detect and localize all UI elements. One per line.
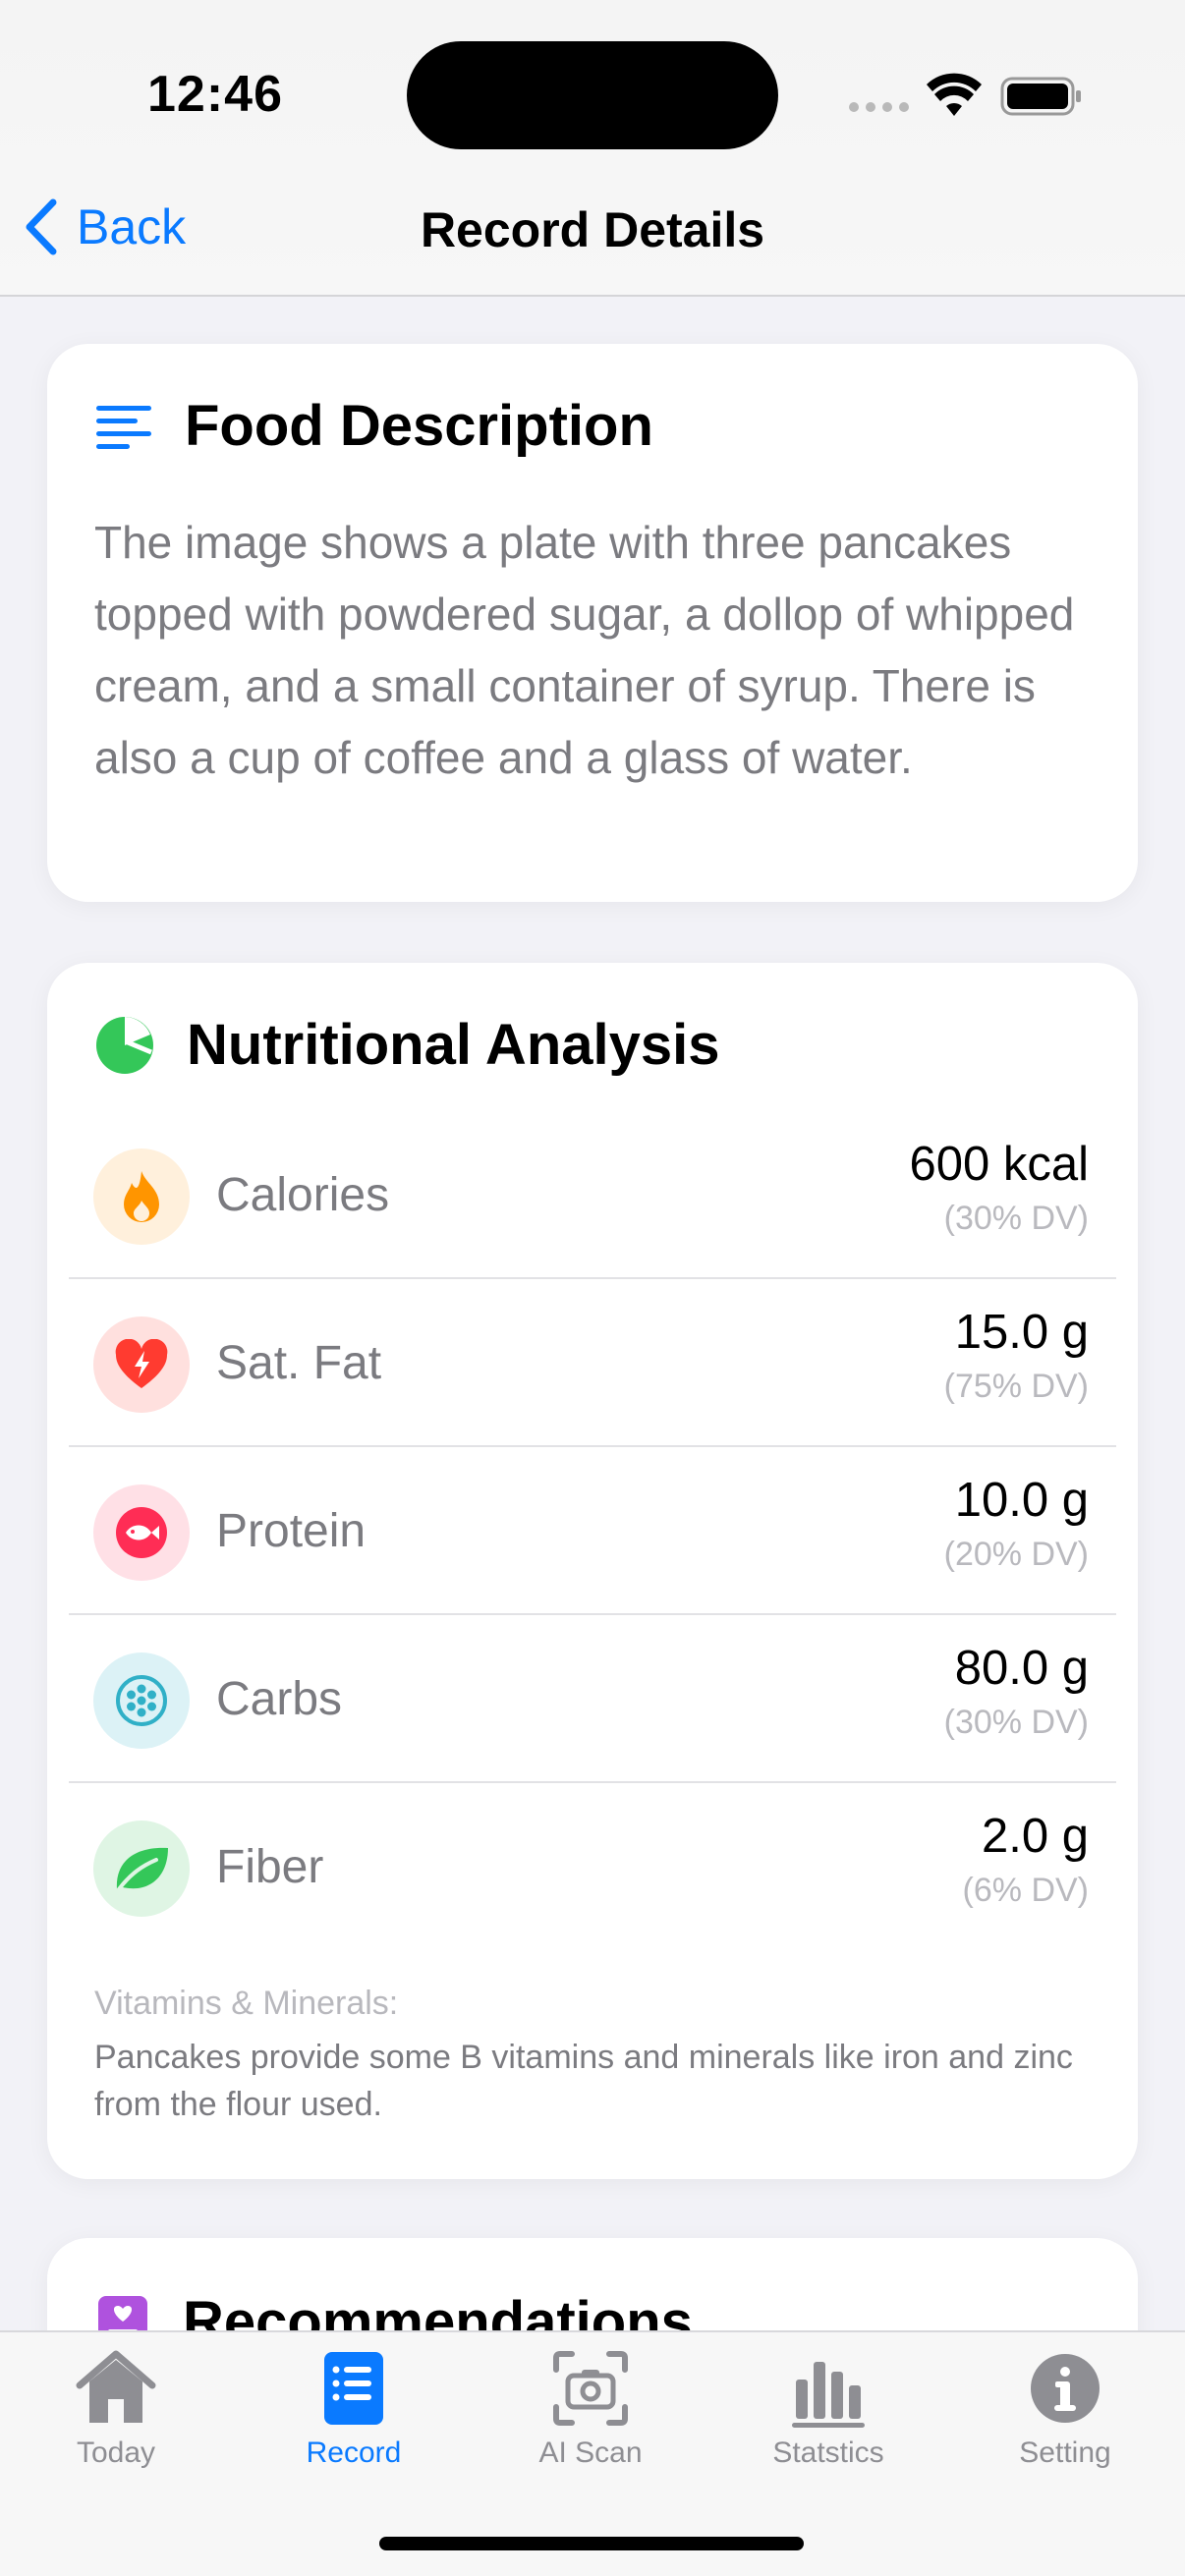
page-title: Record Details	[420, 202, 765, 257]
nutrient-label: Protein	[216, 1505, 367, 1557]
nutrient-value: 10.0 g	[954, 1474, 1089, 1527]
nutrient-value: 80.0 g	[954, 1642, 1089, 1695]
nutrition-header: Nutritional Analysis	[94, 1012, 720, 1078]
battery-icon	[1000, 77, 1081, 116]
nutrient-value: 600 kcal	[909, 1138, 1089, 1191]
tab-label: Today	[76, 2436, 156, 2469]
tab-label: AI Scan	[538, 2436, 643, 2469]
nutrient-row-calories: Calories 600 kcal (30% DV)	[69, 1111, 1116, 1279]
nutrient-dv: (30% DV)	[943, 1200, 1089, 1237]
top-bar: 12:46 Back Record Details	[0, 0, 1185, 297]
nutrient-label: Sat. Fat	[216, 1337, 382, 1389]
nutrient-row-sat-fat: Sat. Fat 15.0 g (75% DV)	[69, 1279, 1116, 1447]
fish-icon	[93, 1484, 190, 1581]
flame-icon	[93, 1148, 190, 1245]
pie-chart-icon	[96, 1016, 153, 1074]
house-icon	[76, 2350, 156, 2423]
nutrient-value: 15.0 g	[954, 1306, 1089, 1359]
grain-icon	[93, 1652, 190, 1749]
text-align-icon	[96, 405, 151, 449]
heart-bolt-icon	[93, 1316, 190, 1413]
nutrient-label: Calories	[216, 1169, 390, 1221]
food-description-title: Food Description	[185, 394, 653, 458]
status-time: 12:46	[147, 66, 283, 123]
screen: 12:46 Back Record Details Food Descripti…	[0, 0, 1185, 2576]
bar-chart-icon	[792, 2362, 865, 2428]
nutrient-row-fiber: Fiber 2.0 g (6% DV)	[69, 1783, 1116, 1951]
nutrition-title: Nutritional Analysis	[187, 1013, 720, 1077]
nutrient-row-carbs: Carbs 80.0 g (30% DV)	[69, 1615, 1116, 1783]
tab-record[interactable]: Record	[265, 2346, 442, 2470]
tab-statistics[interactable]: Statstics	[740, 2346, 917, 2470]
vitamins-label: Vitamins & Minerals:	[94, 1985, 399, 2022]
dynamic-island	[407, 41, 778, 149]
tab-label: Setting	[1019, 2436, 1111, 2469]
wifi-icon	[927, 73, 982, 116]
nutrient-value: 2.0 g	[982, 1810, 1089, 1863]
tab-label: Record	[306, 2436, 402, 2469]
food-description-card: Food Description The image shows a plate…	[47, 344, 1138, 902]
nutrient-dv: (30% DV)	[943, 1704, 1089, 1741]
food-description-text: The image shows a plate with three panca…	[94, 517, 1075, 783]
cellular-signal-icon	[849, 102, 909, 112]
tab-setting[interactable]: Setting	[977, 2346, 1154, 2470]
tab-ai-scan[interactable]: AI Scan	[502, 2346, 679, 2470]
nutrient-dv: (6% DV)	[962, 1872, 1089, 1909]
nutrient-label: Fiber	[216, 1841, 324, 1893]
info-icon	[1031, 2354, 1100, 2423]
tab-label: Statstics	[772, 2436, 884, 2469]
camera-scan-icon	[553, 2351, 628, 2426]
nutrient-row-protein: Protein 10.0 g (20% DV)	[69, 1447, 1116, 1615]
nutritional-analysis-card: Nutritional Analysis Calories 600 kcal (…	[47, 963, 1138, 2179]
nutrient-dv: (75% DV)	[943, 1368, 1089, 1405]
nutrient-label: Carbs	[216, 1673, 343, 1725]
vitamins-text: Pancakes provide some B vitamins and min…	[94, 2039, 1073, 2123]
leaf-icon	[93, 1820, 190, 1917]
tab-today[interactable]: Today	[28, 2346, 204, 2470]
nutrient-dv: (20% DV)	[943, 1536, 1089, 1573]
home-indicator[interactable]	[379, 2537, 804, 2550]
food-description-header: Food Description	[94, 393, 653, 459]
list-icon	[324, 2352, 383, 2425]
